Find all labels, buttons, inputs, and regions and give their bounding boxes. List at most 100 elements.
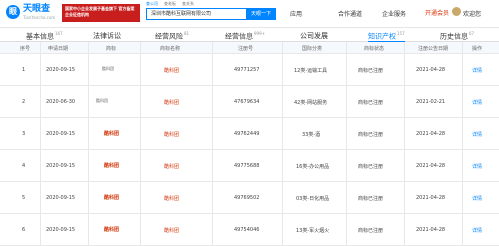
row-date: 2020-09-15 [46,67,76,73]
table-row: 1 2020-09-15 酷科团 酷科团 49771257 12类-运输工具 商… [0,54,499,86]
section-tabs: 基本信息167 法律诉讼 经营风险81 经营信息999+ 公司发展 知识产权15… [0,28,499,43]
row-date: 2020-09-15 [46,195,76,201]
tab-label: 历史信息 [440,32,468,41]
tab-history[interactable]: 历史信息67 [440,31,474,41]
row-status: 商标已注册 [358,228,384,234]
promo-banner[interactable]: 国家中小企业发展子基金旗下 官方备案企业征信机构 [62,4,140,22]
row-status: 商标已注册 [358,196,384,202]
row-pub-date: 2021-04-28 [416,67,446,73]
row-name: 酷科团 [164,228,180,234]
search-type-tabs: 查公司 查老板 查关系 [146,1,194,7]
tab-label: 基本信息 [26,32,54,41]
detail-link[interactable]: 详情 [472,227,482,234]
row-class: 03类-日化用品 [296,196,330,202]
tab-count: 157 [397,31,405,36]
row-pub-date: 2021-04-28 [416,195,446,201]
row-class: 13类-军火烟火 [296,228,330,234]
row-name: 酷科团 [164,132,180,138]
row-reg: 47679634 [234,99,260,105]
detail-link[interactable]: 详情 [472,195,482,202]
detail-link[interactable]: 详情 [472,163,482,170]
row-reg: 49754046 [234,227,260,233]
row-date: 2020-09-15 [46,227,76,233]
table-header: 序号 申请日期 商标 商标名称 注册号 国际分类 商标状态 注册公告日期 操作 [0,42,499,54]
row-status: 商标已注册 [358,68,384,74]
tab-basic-info[interactable]: 基本信息167 [26,31,63,41]
row-status: 商标已注册 [358,132,384,138]
detail-link[interactable]: 详情 [472,99,482,106]
vip-button[interactable]: 开通会员 [425,8,449,17]
row-status: 商标已注册 [358,100,384,106]
search-tab-company[interactable]: 查公司 [146,1,158,7]
row-reg: 49762449 [234,131,260,137]
row-name: 酷科团 [164,100,180,106]
row-pub-date: 2021-04-28 [416,227,446,233]
row-no: 5 [22,195,26,201]
row-class: 42类-网站服务 [294,100,328,106]
search-tab-relation[interactable]: 查关系 [182,1,194,7]
tab-development[interactable]: 公司发展 [300,31,328,41]
row-date: 2020-06-30 [46,99,76,105]
row-name: 酷科团 [164,68,180,74]
tab-count: 167 [55,31,63,36]
tab-count: 67 [469,31,475,36]
tab-ip[interactable]: 知识产权157 [368,31,405,43]
trademark-table: 序号 申请日期 商标 商标名称 注册号 国际分类 商标状态 注册公告日期 操作 … [0,42,499,246]
col-name: 商标名称 [160,46,181,52]
col-reg: 注册号 [238,46,254,52]
search-input[interactable]: 深圳市酷科互联网有限公司 [146,8,246,20]
row-status: 商标已注册 [358,164,384,170]
trademark-image[interactable]: 酷科团 [96,98,108,104]
tab-legal[interactable]: 法律诉讼 [93,31,121,41]
tab-label: 经营风险 [155,32,183,41]
row-name: 酷科团 [164,164,180,170]
row-no: 1 [22,67,26,73]
eye-logo-icon: 眼 [6,5,20,19]
row-no: 3 [22,131,26,137]
col-class: 国际分类 [302,46,323,52]
tab-count: 81 [184,31,190,36]
tab-risk[interactable]: 经营风险81 [155,31,189,41]
col-logo: 商标 [106,46,117,52]
nav-apps[interactable]: 应用 [290,9,302,18]
row-pub-date: 2021-04-28 [416,163,446,169]
trademark-image[interactable]: 酷科团 [104,226,119,233]
col-op: 操作 [472,46,483,52]
tab-label: 经营信息 [225,32,253,41]
logo-cn: 天眼查 [23,4,51,14]
tab-count: 999+ [254,31,265,36]
col-date: 申请日期 [48,46,69,52]
row-no: 4 [22,163,26,169]
row-no: 6 [22,227,26,233]
detail-link[interactable]: 详情 [472,67,482,74]
tab-label: 法律诉讼 [93,32,121,40]
row-reg: 49769502 [234,195,260,201]
trademark-image[interactable]: 酷科团 [104,162,119,169]
table-row: 6 2020-09-15 酷科团 酷科团 49754046 13类-军火烟火 商… [0,214,499,246]
row-date: 2020-09-15 [46,131,76,137]
trademark-image[interactable]: 酷科团 [104,194,119,201]
row-no: 2 [22,99,26,105]
search-button[interactable]: 天眼一下 [246,8,276,20]
site-logo[interactable]: 眼 天眼查 TianYancha.com [6,4,55,20]
nav-enterprise-service[interactable]: 企业服务 [382,9,406,18]
top-bar: 眼 天眼查 TianYancha.com 国家中小企业发展子基金旗下 官方备案企… [0,0,499,28]
tab-label: 公司发展 [300,32,328,40]
user-name[interactable]: 欢迎您 [463,9,481,18]
tab-operation[interactable]: 经营信息999+ [225,31,265,41]
detail-link[interactable]: 详情 [472,131,482,138]
col-status: 商标状态 [364,46,385,52]
nav-cooperation[interactable]: 合作通道 [338,9,362,18]
row-pub-date: 2021-04-28 [416,131,446,137]
avatar[interactable] [452,7,461,16]
tab-label: 知识产权 [368,32,396,41]
logo-text: 天眼查 TianYancha.com [23,4,55,20]
table-row: 5 2020-09-15 酷科团 酷科团 49769502 03类-日化用品 商… [0,182,499,214]
trademark-image[interactable]: 酷科团 [102,66,114,72]
row-date: 2020-09-15 [46,163,76,169]
table-row: 3 2020-09-15 酷科团 酷科团 49762449 33类-酒 商标已注… [0,118,499,150]
row-class: 12类-运输工具 [294,68,328,74]
col-no: 序号 [20,46,31,52]
trademark-image[interactable]: 酷科团 [104,130,119,137]
search-tab-boss[interactable]: 查老板 [164,1,176,7]
